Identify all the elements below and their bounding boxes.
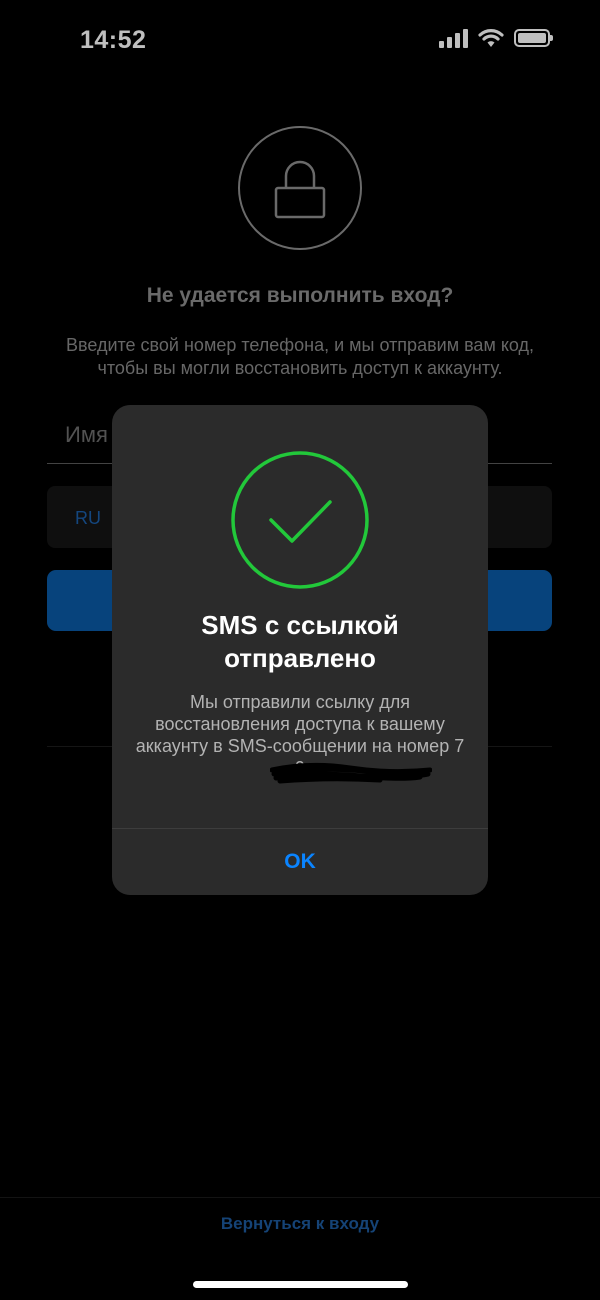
redacted-phone-scribble: [270, 762, 432, 784]
checkmark-circle-icon: [231, 451, 369, 589]
alert-title: SMS с ссылкой отправлено: [201, 610, 399, 673]
sms-sent-alert: SMS с ссылкой отправлено Мы отправили сс…: [112, 405, 488, 895]
home-indicator: [193, 1281, 408, 1288]
ok-button[interactable]: OK: [112, 829, 488, 895]
